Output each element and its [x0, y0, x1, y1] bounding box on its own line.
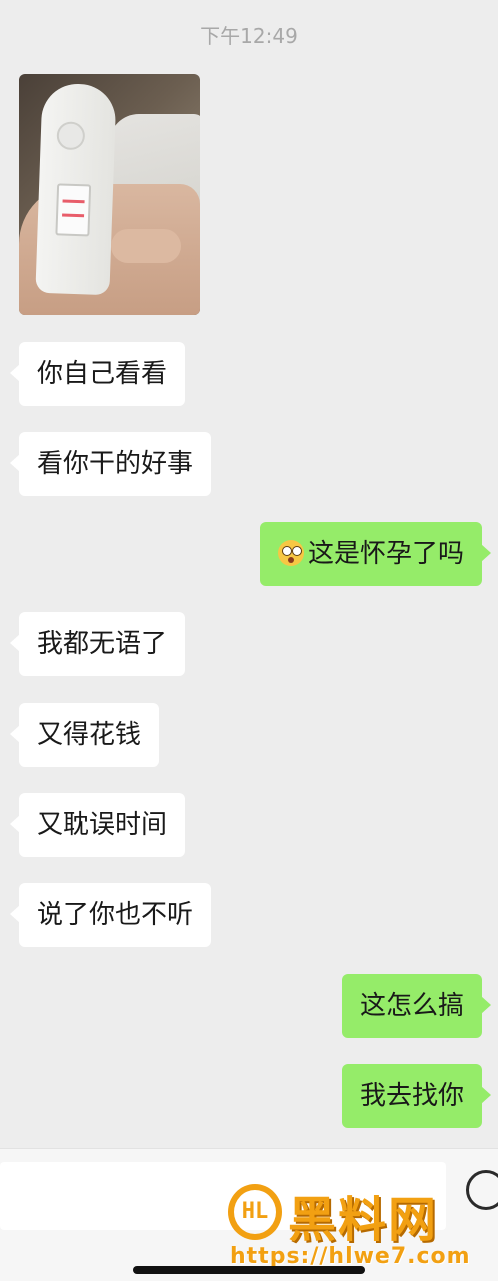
message-bubble-received[interactable]: 说了你也不听: [9, 883, 212, 947]
message-bubble-sent[interactable]: 我去找你: [341, 1064, 492, 1128]
message-bubble-received[interactable]: 又得花钱: [9, 703, 160, 767]
pregnancy-test-stick: [35, 82, 117, 296]
watermark: HL 黑料网 https://hlwe7.com: [228, 1184, 498, 1274]
flushed-face-icon: [277, 540, 304, 566]
finger: [111, 229, 181, 263]
message-text: 又耽误时间: [37, 810, 168, 840]
message-bubble-sent[interactable]: 这是怀孕了吗: [259, 522, 492, 586]
result-window: [55, 183, 92, 237]
message-bubble-received[interactable]: 我都无语了: [9, 612, 186, 676]
message-image[interactable]: [19, 74, 200, 315]
message-text: 你自己看看: [37, 359, 168, 389]
message-text: 看你干的好事: [37, 449, 194, 479]
message-text: 我都无语了: [37, 629, 168, 659]
message-text: 又得花钱: [37, 720, 142, 750]
message-text: 这怎么搞: [359, 991, 464, 1021]
message-bubble-received[interactable]: 又耽误时间: [9, 793, 186, 857]
message-bubble-sent[interactable]: 这怎么搞: [341, 974, 492, 1038]
message-text: 说了你也不听: [37, 900, 194, 930]
message-timestamp: 下午12:49: [200, 24, 298, 48]
watermark-title: 黑料网: [288, 1192, 439, 1248]
message-text: 这是怀孕了吗: [307, 539, 464, 569]
message-text: 我去找你: [359, 1081, 464, 1111]
home-indicator: [133, 1266, 365, 1274]
message-bubble-received[interactable]: 你自己看看: [9, 342, 186, 406]
message-bubble-received[interactable]: 看你干的好事: [9, 432, 212, 496]
watermark-logo: HL: [228, 1184, 282, 1240]
